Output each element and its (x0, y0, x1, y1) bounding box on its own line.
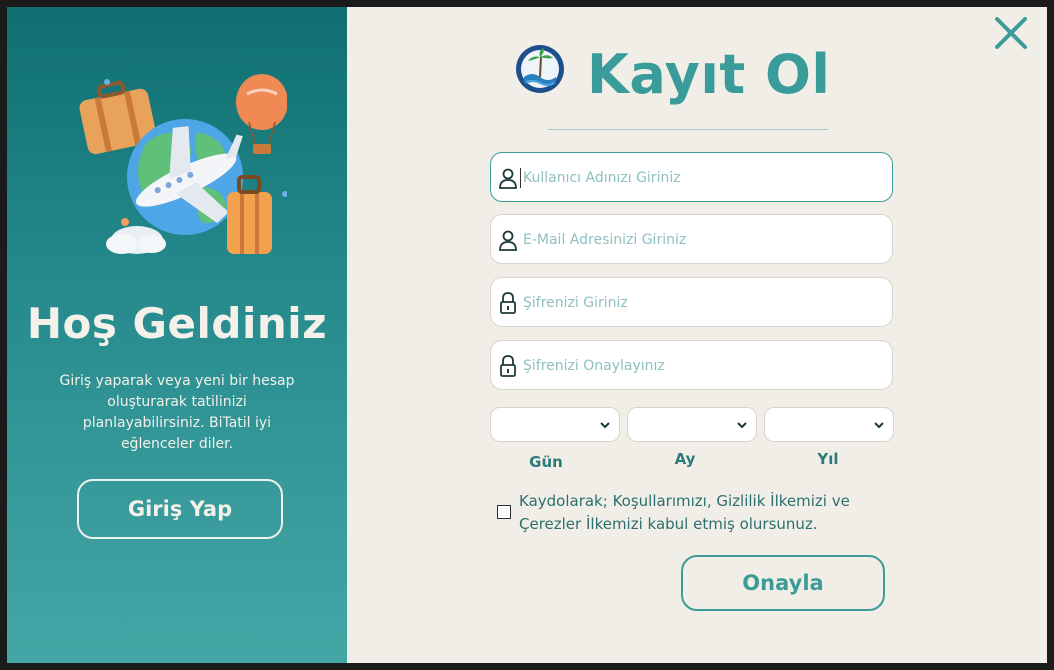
brand-logo (516, 45, 564, 93)
username-input[interactable] (521, 153, 885, 203)
username-field (490, 152, 893, 203)
lock-icon (500, 355, 516, 377)
page-title: Kayıt Ol (587, 43, 831, 106)
close-icon[interactable] (993, 15, 1029, 51)
terms-text: Kaydolarak; Koşullarımızı, Gizlilik İlke… (519, 492, 850, 533)
email-input[interactable] (521, 215, 885, 265)
login-button[interactable]: Giriş Yap (77, 479, 283, 539)
password-input[interactable] (521, 278, 885, 328)
lock-icon (500, 292, 516, 314)
year-select[interactable] (764, 407, 894, 442)
month-select[interactable] (627, 407, 757, 442)
chevron-down-icon (874, 422, 884, 429)
password-confirm-input[interactable] (521, 341, 885, 391)
terms-checkbox[interactable] (497, 505, 511, 519)
month-label: Ay (674, 450, 696, 468)
title-divider (548, 129, 828, 130)
user-icon (499, 168, 517, 189)
user-icon (499, 230, 517, 251)
confirm-button[interactable]: Onayla (681, 555, 885, 611)
day-select[interactable] (490, 407, 620, 442)
day-label: Gün (529, 453, 563, 471)
year-label: Yıl (817, 450, 839, 468)
welcome-panel: Hoş Geldiniz Giriş yaparak veya yeni bir… (7, 7, 347, 663)
register-dialog: Hoş Geldiniz Giriş yaparak veya yeni bir… (7, 7, 1047, 663)
password-field (490, 277, 893, 328)
travel-illustration (79, 74, 287, 254)
password-confirm-field (490, 340, 893, 391)
chevron-down-icon (737, 422, 747, 429)
welcome-text: Giriş yaparak veya yeni bir hesap oluştu… (59, 373, 295, 452)
email-field (490, 214, 893, 265)
chevron-down-icon (600, 422, 610, 429)
welcome-title: Hoş Geldiniz (26, 299, 328, 348)
